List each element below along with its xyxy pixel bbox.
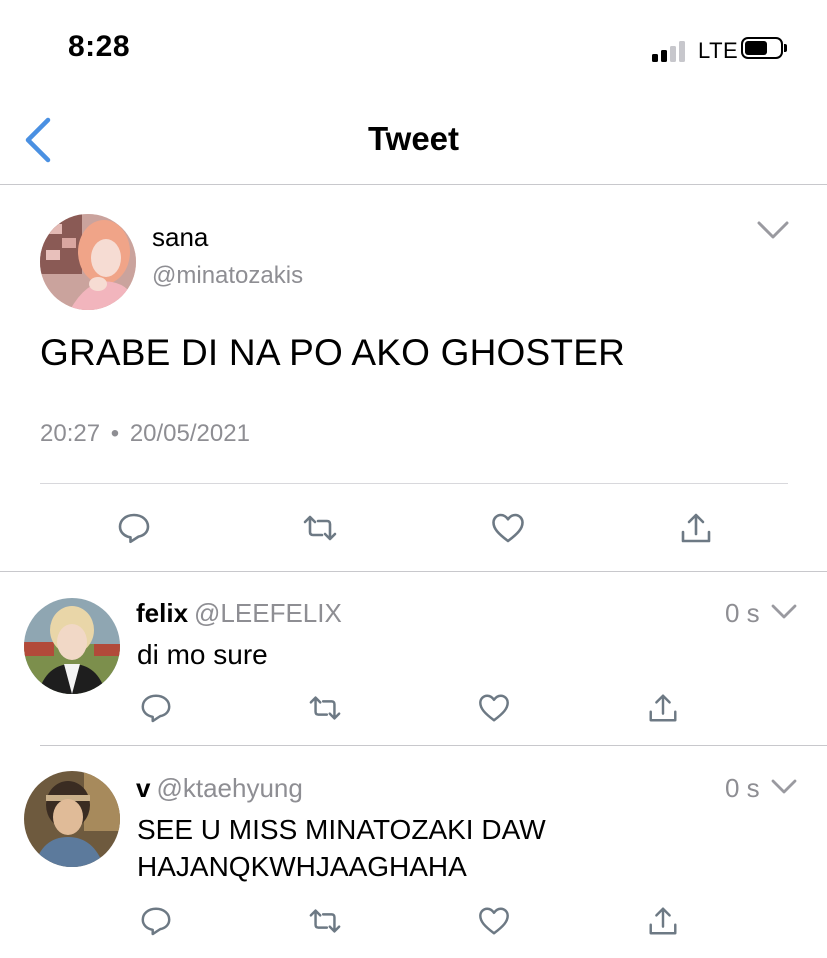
reply-options-button[interactable] <box>770 601 798 623</box>
nav-divider <box>0 184 827 185</box>
share-icon <box>649 907 677 935</box>
section-divider <box>0 571 827 572</box>
avatar-image <box>24 598 120 694</box>
reply-options-button[interactable] <box>770 776 798 798</box>
share-button[interactable] <box>644 902 682 940</box>
reply-text-line: HAJANQKWHJAAGHAHA <box>137 851 467 882</box>
chevron-down-icon <box>757 221 789 239</box>
avatar[interactable] <box>40 214 136 310</box>
retweet-icon <box>309 696 341 720</box>
reply-time: 0 s <box>725 598 760 628</box>
reply-time: 0 s <box>725 773 760 803</box>
share-icon <box>649 694 677 722</box>
tweet-date: 20/05/2021 <box>129 420 250 447</box>
retweet-button[interactable] <box>305 689 345 727</box>
reply-text-line: di mo sure <box>137 639 268 670</box>
reply-avatar[interactable] <box>24 598 120 694</box>
reply-author-handle[interactable]: @LEEFELIX <box>194 598 342 628</box>
reply-author-name[interactable]: v <box>136 773 150 803</box>
heart-icon <box>479 907 509 935</box>
retweet-button[interactable] <box>305 902 345 940</box>
heart-icon <box>492 513 524 543</box>
tweet-time: 20:27 <box>40 420 101 447</box>
like-button[interactable] <box>475 902 513 940</box>
reply-author-handle[interactable]: @ktaehyung <box>156 773 302 803</box>
reply-icon <box>118 513 150 544</box>
reply-button[interactable] <box>137 902 175 940</box>
like-button[interactable] <box>488 508 528 548</box>
retweet-icon <box>309 909 341 933</box>
share-button[interactable] <box>676 508 716 548</box>
retweet-icon <box>303 515 337 541</box>
share-button[interactable] <box>644 689 682 727</box>
avatar-image <box>40 214 136 310</box>
share-icon <box>681 513 711 543</box>
signal-strength-icon <box>652 40 692 62</box>
tweet-text: GRABE DI NA PO AKO GHOSTER <box>40 332 626 373</box>
tweet-divider <box>40 483 788 484</box>
tweet-options-button[interactable] <box>756 218 790 242</box>
reply-author-name[interactable]: felix <box>136 598 188 628</box>
retweet-button[interactable] <box>300 508 340 548</box>
reply-text-line: SEE U MISS MINATOZAKI DAW <box>137 814 546 845</box>
reply-text: SEE U MISS MINATOZAKI DAW HAJANQKWHJAAGH… <box>137 811 546 885</box>
reply-button[interactable] <box>114 508 154 548</box>
reply-avatar[interactable] <box>24 771 120 867</box>
author-handle[interactable]: @minatozakis <box>152 262 303 290</box>
chevron-down-icon <box>771 604 797 619</box>
network-type: LTE <box>698 38 739 63</box>
page-title: Tweet <box>367 120 460 157</box>
reply-header: v @ktaehyung <box>136 773 303 804</box>
avatar-image <box>24 771 120 867</box>
reply-header: felix @LEEFELIX <box>136 598 342 629</box>
meta-separator: • <box>110 420 120 447</box>
tweet-timestamp: 20:27 • 20/05/2021 <box>40 420 250 448</box>
reply-button[interactable] <box>137 689 175 727</box>
author-name[interactable]: sana <box>152 222 208 253</box>
heart-icon <box>479 694 509 722</box>
reply-text: di mo sure <box>137 636 268 673</box>
like-button[interactable] <box>475 689 513 727</box>
reply-icon <box>141 694 171 723</box>
reply-divider <box>40 745 827 746</box>
battery-icon <box>741 37 787 61</box>
status-time: 8:28 <box>68 30 131 63</box>
chevron-down-icon <box>771 779 797 794</box>
reply-icon <box>141 907 171 936</box>
